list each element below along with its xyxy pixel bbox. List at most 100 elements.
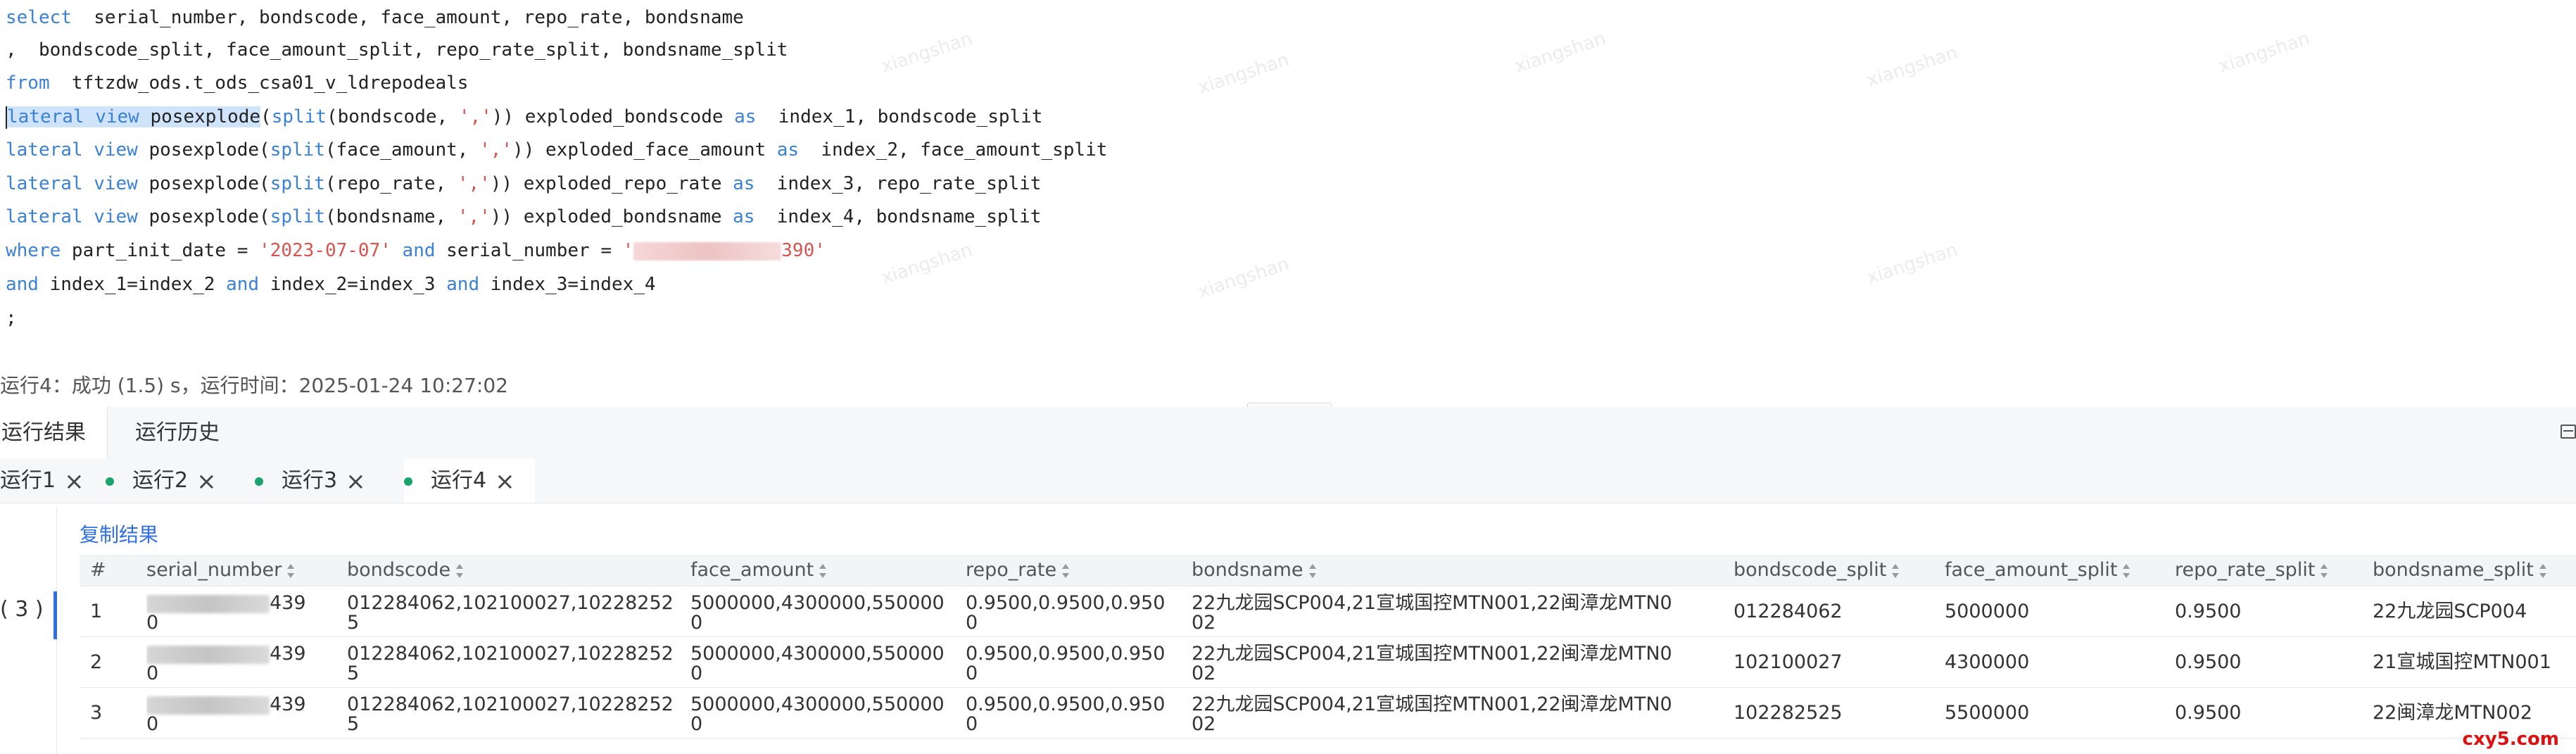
sort-icon[interactable] bbox=[456, 563, 464, 579]
table-cell[interactable]: 5000000,4300000,550000 0 bbox=[690, 644, 951, 684]
table-cell[interactable]: 0.9500,0.9500,0.950 0 bbox=[966, 695, 1177, 734]
sort-icon[interactable] bbox=[1062, 563, 1070, 579]
run-tab-label: 运行2 bbox=[132, 468, 189, 493]
run-tab-label: 运行4 bbox=[431, 468, 487, 493]
table-cell[interactable]: 439 0 bbox=[146, 593, 336, 633]
sort-icon[interactable] bbox=[2123, 563, 2130, 579]
tab-run-2[interactable]: 运行2 × bbox=[106, 459, 227, 503]
column-header[interactable]: face_amount_split bbox=[1945, 555, 2170, 586]
result-tab-bar: 运行结果 运行历史 bbox=[0, 407, 2576, 460]
code-line: from tftzdw_ods.t_ods_csa01_v_ldrepodeal… bbox=[6, 67, 468, 99]
code-token: lateral view bbox=[6, 173, 138, 194]
column-header[interactable]: serial_number bbox=[146, 555, 336, 586]
column-header[interactable]: bondsname bbox=[1192, 555, 1726, 586]
table-cell[interactable]: 22九龙园SCP004,21宣城国控MTN001,22闽漳龙MTN0 02 bbox=[1192, 593, 1726, 633]
table-cell[interactable]: 0.9500 bbox=[2175, 586, 2365, 636]
table-row[interactable]: 1 439 0 012284062,102100027,10228252 5 500000… bbox=[80, 586, 2576, 637]
table-cell[interactable]: 22九龙园SCP004 bbox=[2373, 586, 2576, 636]
table-row[interactable]: 3 439 0 012284062,102100027,10228252 5 500000… bbox=[80, 688, 2576, 739]
code-token: as bbox=[776, 139, 800, 161]
run-status-text: 运行4：成功 (1.5) s，运行时间：2025-01-24 10:27:02 bbox=[0, 374, 508, 397]
table-cell[interactable]: 22九龙园SCP004,21宣城国控MTN001,22闽漳龙MTN0 02 bbox=[1192, 695, 1726, 734]
sort-icon[interactable] bbox=[2539, 563, 2546, 579]
watermark-text: xiangshan bbox=[1195, 49, 1292, 99]
column-header[interactable]: face_amount bbox=[690, 555, 951, 586]
column-header[interactable]: bondscode bbox=[347, 555, 678, 586]
status-dot-icon bbox=[255, 477, 263, 486]
sort-icon[interactable] bbox=[1892, 563, 1900, 579]
sort-icon[interactable] bbox=[819, 563, 827, 579]
tab-run-history[interactable]: 运行历史 bbox=[135, 407, 220, 459]
code-line: lateral view posexplode(split(bondsname,… bbox=[6, 201, 1041, 233]
run-tab-bar: 运行1 × 运行2 × 运行3 × 运行4 × bbox=[0, 459, 2576, 503]
code-token: (repo_rate, bbox=[324, 173, 457, 194]
sql-editor[interactable]: select serial_number, bondscode, face_am… bbox=[0, 0, 2576, 331]
table-cell[interactable]: 0.9500,0.9500,0.950 0 bbox=[966, 644, 1177, 684]
tab-run-4[interactable]: 运行4 × bbox=[404, 459, 535, 503]
table-cell[interactable]: 4300000 bbox=[1945, 637, 2170, 687]
code-token: )) exploded_repo_rate bbox=[490, 173, 733, 194]
table-cell[interactable]: 5000000 bbox=[1945, 586, 2170, 636]
table-cell[interactable]: 102100027 bbox=[1734, 637, 1938, 687]
code-token: '2023-07-07' bbox=[259, 240, 391, 261]
watermark-text: xiangshan bbox=[1864, 42, 1961, 92]
table-cell[interactable]: 012284062,102100027,10228252 5 bbox=[347, 695, 678, 734]
table-cell[interactable]: 5000000,4300000,550000 0 bbox=[690, 695, 951, 734]
code-token: and bbox=[391, 240, 436, 261]
code-token: )) exploded_bondsname bbox=[490, 206, 733, 227]
table-cell[interactable]: 3 bbox=[90, 688, 139, 738]
tab-run-1[interactable]: 运行1 × bbox=[0, 459, 84, 503]
table-cell[interactable]: 0.9500 bbox=[2175, 688, 2365, 738]
table-cell[interactable]: 439 0 bbox=[146, 695, 336, 734]
close-icon[interactable]: × bbox=[346, 460, 366, 503]
table-cell[interactable]: 439 0 bbox=[146, 644, 336, 684]
code-token: serial_number = bbox=[435, 240, 623, 261]
column-header[interactable]: bondsname_split bbox=[2373, 555, 2576, 586]
table-cell[interactable]: 012284062 bbox=[1734, 586, 1938, 636]
sort-icon[interactable] bbox=[2321, 563, 2328, 579]
watermark-text: xiangshan bbox=[1512, 28, 1609, 77]
table-cell[interactable]: 012284062,102100027,10228252 5 bbox=[347, 593, 678, 633]
status-dot-icon bbox=[404, 477, 412, 486]
run-tab-label: 运行3 bbox=[282, 468, 338, 493]
panel-toggle-icon[interactable] bbox=[2561, 425, 2576, 439]
code-token: ; bbox=[6, 308, 17, 329]
code-token: )) exploded_face_amount bbox=[512, 139, 777, 161]
sort-icon[interactable] bbox=[287, 563, 295, 579]
column-header[interactable]: # bbox=[90, 555, 139, 586]
table-cell[interactable]: 5500000 bbox=[1945, 688, 2170, 738]
table-cell[interactable]: 0.9500,0.9500,0.950 0 bbox=[966, 593, 1177, 633]
status-dot-icon bbox=[106, 477, 114, 486]
code-token: index_1=index_2 bbox=[38, 274, 227, 295]
table-cell[interactable]: 102282525 bbox=[1734, 688, 1938, 738]
code-token: where bbox=[6, 240, 61, 261]
table-cell[interactable]: 0.9500 bbox=[2175, 637, 2365, 687]
table-cell[interactable]: 5000000,4300000,550000 0 bbox=[690, 593, 951, 633]
code-token: split bbox=[270, 206, 325, 227]
copy-results-link[interactable]: 复制结果 bbox=[80, 520, 158, 548]
tab-run-results[interactable]: 运行结果 bbox=[0, 407, 108, 459]
table-cell[interactable]: 1 bbox=[90, 586, 139, 636]
table-cell[interactable]: 21宣城国控MTN001 bbox=[2373, 637, 2576, 687]
table-header-row: # serial_number bondscode face_amount repo_r… bbox=[80, 555, 2576, 586]
code-token: (bondscode, bbox=[326, 106, 459, 127]
code-token: tftzdw_ods.t_ods_csa01_v_ldrepodeals bbox=[49, 73, 469, 94]
column-header[interactable]: bondscode_split bbox=[1734, 555, 1938, 586]
table-cell[interactable]: 2 bbox=[90, 637, 139, 687]
close-icon[interactable]: × bbox=[196, 460, 217, 503]
code-line: ; bbox=[6, 302, 17, 334]
code-token: posexplode( bbox=[137, 139, 270, 161]
code-token: lateral view bbox=[6, 206, 138, 227]
sort-icon[interactable] bbox=[1308, 563, 1316, 579]
tab-run-3[interactable]: 运行3 × bbox=[255, 459, 376, 503]
close-icon[interactable]: × bbox=[495, 460, 515, 503]
code-token: lateral view bbox=[7, 106, 139, 127]
close-icon[interactable]: × bbox=[64, 460, 84, 503]
table-row[interactable]: 2 439 0 012284062,102100027,10228252 5 500000… bbox=[80, 637, 2576, 688]
column-header[interactable]: repo_rate_split bbox=[2175, 555, 2365, 586]
table-cell[interactable]: 22九龙园SCP004,21宣城国控MTN001,22闽漳龙MTN0 02 bbox=[1192, 644, 1726, 684]
code-token: ',' bbox=[457, 206, 491, 227]
table-cell[interactable]: 012284062,102100027,10228252 5 bbox=[347, 644, 678, 684]
column-header[interactable]: repo_rate bbox=[966, 555, 1177, 586]
redacted-value bbox=[146, 645, 270, 664]
